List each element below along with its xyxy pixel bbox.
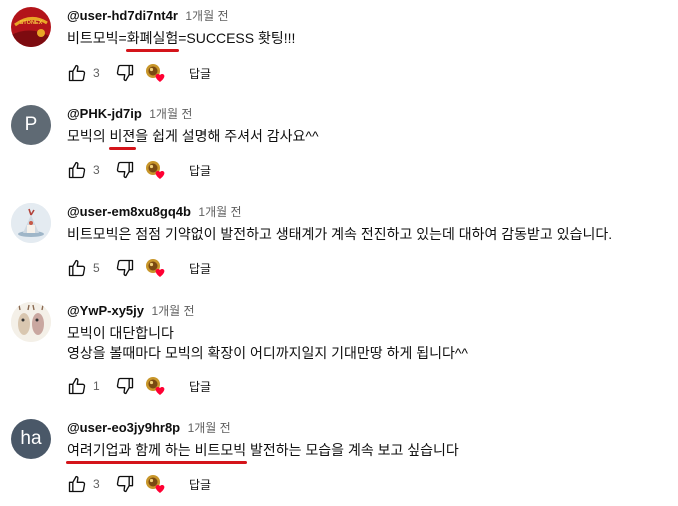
avatar-logo-text: STONEX — [20, 20, 43, 26]
comment-author[interactable]: @PHK-jd7ip — [67, 106, 142, 121]
comment-timestamp[interactable]: 1개월 전 — [151, 304, 194, 318]
like-count: 3 — [93, 163, 100, 177]
avatar-illustration-image — [11, 203, 51, 243]
thumbs-down-icon — [116, 377, 134, 395]
thumbs-up-icon — [68, 161, 86, 179]
avatar-initial: ha — [20, 428, 42, 449]
avatar[interactable] — [11, 203, 51, 243]
comment-timestamp[interactable]: 1개월 전 — [185, 9, 228, 23]
thumbs-up-icon — [68, 475, 86, 493]
comment-text-line: 비트모빅=화폐실험=SUCCESS 홧팅!!! — [67, 28, 678, 52]
reply-button[interactable]: 답글 — [189, 378, 211, 395]
creator-avatar-heart-icon — [146, 161, 165, 179]
avatar[interactable]: ha — [11, 419, 51, 459]
avatar[interactable]: P — [11, 105, 51, 145]
comment-text: 비트모빅은 점점 기약없이 발전하고 생태계가 계속 전진하고 있는데 대하여 … — [67, 224, 678, 244]
text-segment: 모빅의 — [67, 128, 110, 144]
creator-avatar-heart-icon — [146, 475, 165, 493]
highlighted-text: 화폐실험 — [125, 30, 179, 52]
creator-heart-badge — [145, 258, 167, 278]
comment-timestamp[interactable]: 1개월 전 — [198, 205, 241, 219]
creator-avatar-heart-icon — [146, 377, 165, 395]
avatar[interactable]: STONEX — [11, 7, 51, 47]
comment-text: 비트모빅=화폐실험=SUCCESS 홧팅!!! — [67, 28, 678, 52]
text-segment: 을 쉽게 설명해 주셔서 감사요^^ — [135, 128, 319, 144]
like-count: 3 — [93, 477, 100, 491]
thumbs-down-icon — [116, 64, 134, 82]
comment-text-line: 여려기업과 함께 하는 비트모빅 발전하는 모습을 계속 보고 싶습니다 — [65, 440, 678, 464]
comment-text-line: 비트모빅은 점점 기약없이 발전하고 생태계가 계속 전진하고 있는데 대하여 … — [67, 224, 678, 244]
avatar-logo-image: STONEX — [11, 7, 51, 47]
like-button[interactable] — [67, 474, 87, 494]
like-button[interactable] — [67, 376, 87, 396]
like-button[interactable] — [67, 258, 87, 278]
thumbs-down-icon — [116, 475, 134, 493]
creator-heart-badge — [145, 63, 167, 83]
comment-text-line: 영상을 볼때마다 모빅의 확장이 어디까지일지 기대만땅 하게 됩니다^^ — [67, 343, 678, 363]
text-segment: =SUCCESS 홧팅!!! — [178, 30, 296, 46]
comment-author[interactable]: @user-eo3jy9hr8p — [67, 420, 180, 435]
creator-heart-badge — [145, 160, 167, 180]
comment-text-line: 모빅이 대단합니다 — [67, 323, 678, 343]
text-segment: 비트모빅= — [67, 30, 127, 46]
creator-heart-badge — [145, 474, 167, 494]
highlighted-text: 비젼 — [108, 128, 137, 150]
thumbs-up-icon — [68, 64, 86, 82]
like-button[interactable] — [67, 160, 87, 180]
reply-button[interactable]: 답글 — [189, 65, 211, 82]
comment-author[interactable]: @user-hd7di7nt4r — [67, 8, 178, 23]
avatar-initial: P — [24, 114, 38, 135]
comment-actions: 5 답글 — [67, 257, 211, 279]
highlighted-text: 여려기업과 함께 하는 비트모빅 — [65, 442, 248, 464]
text-segment: 비트모빅은 점점 기약없이 발전하고 생태계가 계속 전진하고 있는데 대하여 … — [67, 226, 613, 242]
thumbs-up-icon — [68, 377, 86, 395]
reply-button[interactable]: 답글 — [189, 162, 211, 179]
dislike-button[interactable] — [115, 474, 135, 494]
thumbs-down-icon — [116, 161, 134, 179]
like-button[interactable] — [67, 63, 87, 83]
thumbs-up-icon — [68, 259, 86, 277]
comment-timestamp[interactable]: 1개월 전 — [149, 107, 192, 121]
dislike-button[interactable] — [115, 63, 135, 83]
avatar[interactable] — [11, 302, 51, 342]
dislike-button[interactable] — [115, 160, 135, 180]
text-segment: 영상을 볼때마다 모빅의 확장이 어디까지일지 기대만땅 하게 됩니다^^ — [67, 345, 469, 361]
dislike-button[interactable] — [115, 376, 135, 396]
comment-actions: 3 답글 — [67, 159, 211, 181]
comment-text-line: 모빅의 비젼을 쉽게 설명해 주셔서 감사요^^ — [67, 126, 678, 150]
creator-heart-badge — [145, 376, 167, 396]
comment-text: 여려기업과 함께 하는 비트모빅 발전하는 모습을 계속 보고 싶습니다 — [65, 440, 678, 464]
creator-avatar-heart-icon — [146, 259, 165, 277]
text-segment: 모빅이 대단합니다 — [67, 325, 174, 341]
reply-button[interactable]: 답글 — [189, 260, 211, 277]
comment-actions: 3 답글 — [67, 62, 211, 84]
like-count: 5 — [93, 261, 100, 275]
comment-author[interactable]: @user-em8xu8gq4b — [67, 204, 191, 219]
thumbs-down-icon — [116, 259, 134, 277]
creator-avatar-heart-icon — [146, 64, 165, 82]
comment-actions: 1 답글 — [67, 375, 211, 397]
text-segment: 발전하는 모습을 계속 보고 싶습니다 — [246, 442, 459, 458]
comment-text: 모빅의 비젼을 쉽게 설명해 주셔서 감사요^^ — [67, 126, 678, 150]
comment-text: 모빅이 대단합니다영상을 볼때마다 모빅의 확장이 어디까지일지 기대만땅 하게… — [67, 323, 678, 363]
comment-author[interactable]: @YwP-xy5jy — [67, 303, 144, 318]
comment-actions: 3 답글 — [67, 473, 211, 495]
like-count: 3 — [93, 66, 100, 80]
dislike-button[interactable] — [115, 258, 135, 278]
reply-button[interactable]: 답글 — [189, 476, 211, 493]
like-count: 1 — [93, 379, 100, 393]
comment-timestamp[interactable]: 1개월 전 — [188, 421, 231, 435]
avatar-illustration-image — [11, 302, 51, 342]
